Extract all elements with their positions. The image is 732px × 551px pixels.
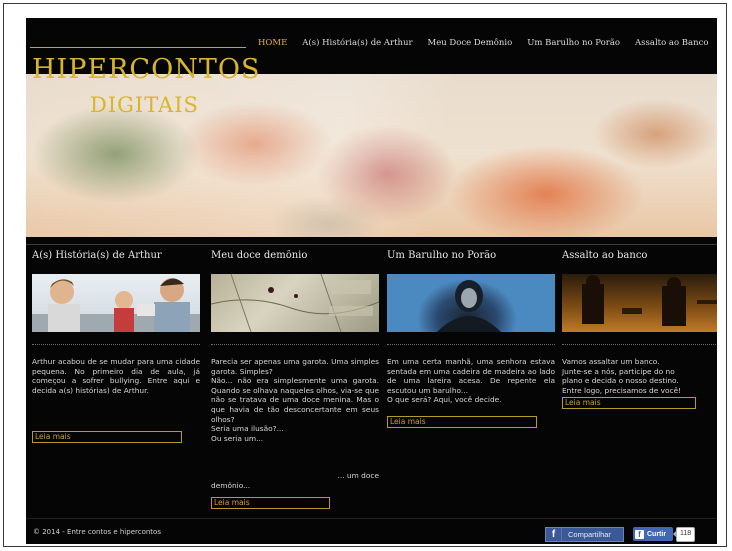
story-thumbnail-assalto[interactable] (562, 274, 717, 332)
site-container: HOME A(s) História(s) de Arthur Meu Doce D… (26, 18, 717, 544)
old-map-illustration (211, 274, 379, 332)
site-logo-title[interactable]: HIPERCONTOS (32, 54, 260, 85)
facebook-share-button[interactable]: f Compartilhar (545, 527, 624, 542)
site-logo-subtitle: DIGITAIS (90, 93, 199, 117)
like-label: Curtir (647, 530, 667, 538)
facebook-icon: f (546, 528, 562, 541)
facebook-like-button[interactable]: f Curtir (633, 527, 673, 541)
story-card-arthur: A(s) História(s) de Arthur Arthur acabou… (32, 250, 205, 443)
story-title[interactable]: Assalto ao banco (562, 250, 717, 274)
story-excerpt: Vamos assaltar um banco. Junte-se a nós,… (562, 357, 682, 395)
dotted-divider (387, 344, 555, 345)
bank-robbery-illustration (582, 275, 717, 326)
nav-assalto-banco[interactable]: Assalto ao Banco (635, 38, 708, 48)
story-card-porao: Um Barulho no Porão Em uma certa manhã, … (387, 250, 560, 428)
read-more-button[interactable]: Leia mais (32, 431, 182, 443)
story-excerpt-tail: demônio... (211, 481, 251, 490)
cartoon-boys-illustration (32, 278, 200, 332)
read-more-button[interactable]: Leia mais (211, 497, 330, 509)
story-thumbnail-demonio[interactable] (211, 274, 379, 332)
dotted-divider (211, 344, 379, 345)
story-excerpt: Arthur acabou de se mudar para uma cidad… (32, 357, 200, 395)
read-more-button[interactable]: Leia mais (562, 397, 696, 409)
story-card-assalto: Assalto ao banco Vamos assaltar um banco… (562, 250, 717, 409)
header-rule (30, 47, 246, 48)
read-more-button[interactable]: Leia mais (387, 416, 537, 428)
story-card-demonio: Meu doce demônio Parecia ser apenas uma … (211, 250, 384, 509)
story-title[interactable]: A(s) História(s) de Arthur (32, 250, 205, 274)
nav-barulho-porao[interactable]: Um Barulho no Porão (527, 38, 620, 48)
dotted-divider (562, 344, 717, 345)
nav-home[interactable]: HOME (258, 38, 287, 48)
like-count-badge: 118 (672, 527, 696, 542)
story-excerpt-end: ... um doce (337, 471, 379, 480)
story-thumbnail-arthur[interactable] (32, 274, 200, 332)
story-thumbnail-porao[interactable] (387, 274, 555, 332)
story-title[interactable]: Um Barulho no Porão (387, 250, 560, 274)
copyright-text: © 2014 - Entre contos e hipercontos (33, 528, 161, 536)
footer-rule (26, 518, 717, 519)
nav-meu-doce-demonio[interactable]: Meu Doce Demônio (428, 38, 513, 48)
nav-arthur[interactable]: A(s) História(s) de Arthur (302, 38, 412, 48)
dotted-divider (32, 344, 200, 345)
share-label: Compartilhar (568, 530, 611, 539)
story-title[interactable]: Meu doce demônio (211, 250, 384, 274)
old-woman-illustration (437, 280, 501, 332)
story-excerpt: Parecia ser apenas uma garota. Uma simpl… (211, 357, 379, 443)
facebook-like-icon: f (635, 529, 644, 539)
section-divider (26, 244, 717, 245)
story-excerpt: Em uma certa manhã, uma senhora estava s… (387, 357, 555, 405)
main-nav: HOME A(s) História(s) de Arthur Meu Doce D… (258, 30, 717, 48)
